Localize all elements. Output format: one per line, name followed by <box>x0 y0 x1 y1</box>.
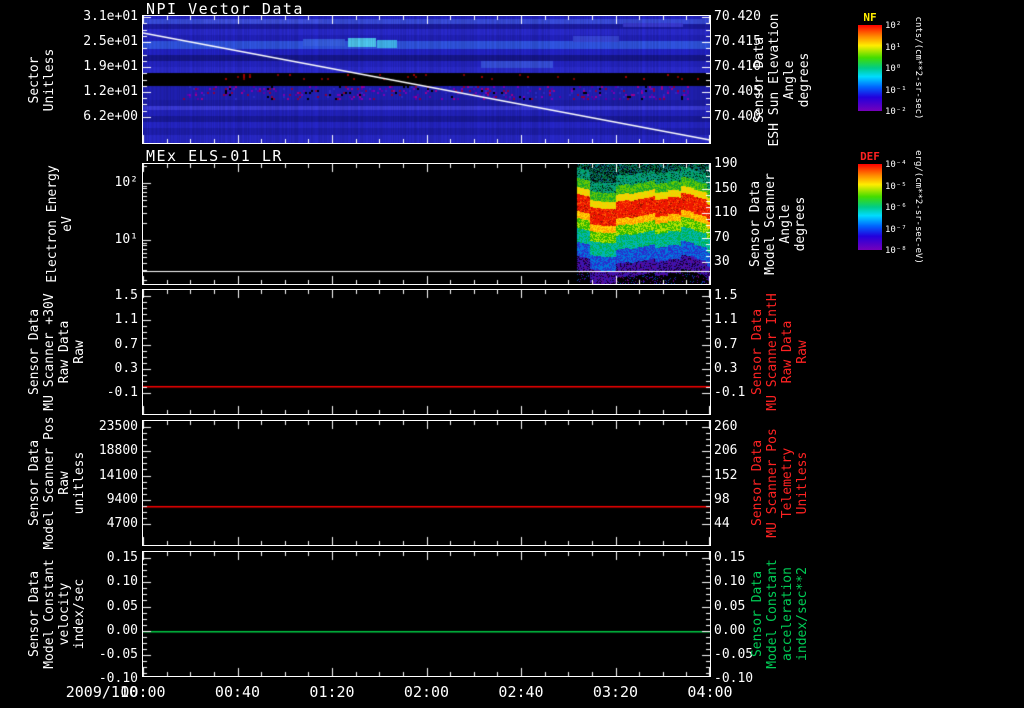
colorbar-def-unit-label: erg/(cm**2-sr-sec-eV) <box>913 150 923 264</box>
x-axis-tick-label: 00:00 <box>120 683 166 701</box>
colorbar-def-gradient <box>858 164 882 250</box>
colorbar-nf-tick-label: 10² <box>885 21 902 31</box>
x-axis-tick-label: 04:00 <box>687 683 733 701</box>
panel-scanner-pos-plot-canvas <box>143 421 710 545</box>
panel-model-constant-plot-canvas <box>143 552 710 676</box>
y-right-axis-label: Sensor Data ESH Sun Elevation Angle degr… <box>752 12 812 147</box>
panel-model-constant <box>142 551 711 677</box>
panel-els-plot-canvas <box>143 164 710 284</box>
colorbar-nf-unit-label: cnts/(cm**2-sr-sec) <box>913 16 923 120</box>
x-axis-tick-label: 02:40 <box>498 683 544 701</box>
panel-mu-scanner <box>142 289 711 415</box>
y-right-axis-label: Sensor Data Model Constant acceleration … <box>750 559 810 669</box>
colorbar-def <box>858 164 882 250</box>
y-right-axis-label: Sensor Data MU Scanner IntH Raw Data Raw <box>750 293 810 411</box>
colorbar-nf-tick-label: 10⁰ <box>885 64 902 74</box>
colorbar-def-tick-label: 10⁻⁵ <box>885 181 907 192</box>
y-left-tick-label: 1.2e+01 <box>83 83 138 99</box>
colorbar-nf-title: NF <box>863 11 877 24</box>
y-left-axis-label: Sector Unitless <box>27 48 57 111</box>
panel-npi-plot-canvas <box>143 16 710 143</box>
x-axis-tick-label: 00:40 <box>214 683 261 701</box>
y-left-tick-label: 1.9e+01 <box>83 59 138 75</box>
y-right-axis-label: Sensor Data Model Scanner Angle degrees <box>748 173 808 275</box>
y-left-tick-label: 6.2e+00 <box>83 108 138 124</box>
panel-els <box>142 163 711 285</box>
colorbar-def-tick-label: 10⁻⁶ <box>885 203 907 213</box>
colorbar-def-title: DEF <box>860 150 880 163</box>
y-left-axis-label: Sensor Data Model Constant velocity inde… <box>27 559 87 669</box>
y-left-tick-label: 3.1e+01 <box>83 9 138 25</box>
y-right-axis-label: Sensor Data MU Scanner Pos Telemetry Uni… <box>750 428 810 538</box>
colorbar-nf-tick-label: 10¹ <box>885 42 902 53</box>
x-axis-tick-label: 02:00 <box>403 683 450 701</box>
colorbar-def-tick-label: 10⁻⁴ <box>885 160 907 170</box>
colorbar-nf-gradient <box>858 25 882 111</box>
colorbar-def-tick-label: 10⁻⁷ <box>885 224 907 235</box>
panel-scanner-pos <box>142 420 711 546</box>
aspera-multipanel-plot: NPI Vector Data MEx ELS-01 LR 2009/110 3… <box>0 0 1024 708</box>
y-left-tick-label: 2.5e+01 <box>83 34 138 50</box>
colorbar-def-tick-label: 10⁻⁸ <box>885 246 907 256</box>
colorbar-nf-tick-label: 10⁻² <box>885 107 907 117</box>
x-axis-tick-label: 03:20 <box>592 683 639 701</box>
y-right-tick-label: 190 <box>714 156 738 171</box>
colorbar-nf <box>858 25 882 111</box>
panel-mu-scanner-plot-canvas <box>143 290 710 414</box>
panel-npi <box>142 15 711 144</box>
y-left-axis-label: Electron Energy eV <box>45 165 75 283</box>
y-left-axis-label: Sensor Data Model Scanner Pos Raw unitle… <box>27 416 87 550</box>
colorbar-nf-tick-label: 10⁻¹ <box>885 85 907 96</box>
x-axis-tick-label: 01:20 <box>309 683 355 701</box>
y-left-axis-label: Sensor Data MU Scanner +30V Raw Data Raw <box>27 293 87 411</box>
